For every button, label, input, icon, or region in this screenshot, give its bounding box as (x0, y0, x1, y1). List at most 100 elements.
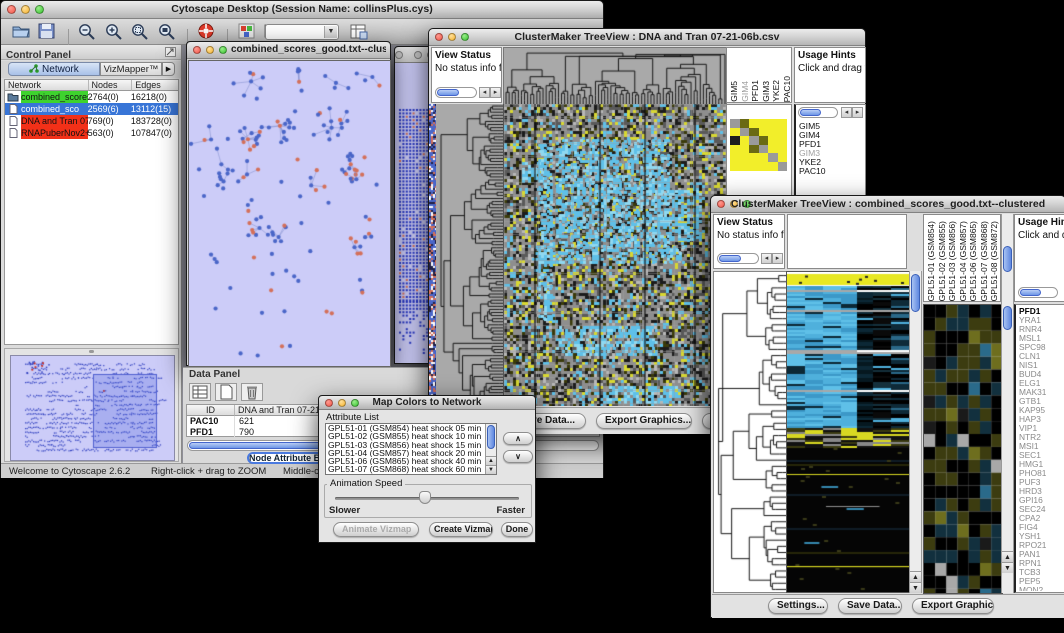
matrix-cell[interactable] (740, 153, 750, 162)
matrix-cell[interactable] (778, 145, 788, 154)
gene-label[interactable]: YKE2 (771, 80, 782, 102)
col-header-network[interactable]: Network (5, 80, 89, 91)
tv2-zoom-vscroll-thumb[interactable] (1003, 306, 1012, 330)
matrix-cell[interactable] (768, 145, 778, 154)
network-window-1-titlebar[interactable]: combined_scores_good.txt--cluste... (187, 42, 390, 59)
matrix-cell[interactable] (768, 128, 778, 137)
close-button[interactable] (193, 46, 201, 54)
matrix-cell[interactable] (749, 145, 759, 154)
tab-overflow-arrow[interactable]: ▶ (162, 62, 175, 76)
tv2-hints-scrollbar[interactable] (1018, 287, 1058, 298)
matrix-cell[interactable] (759, 128, 769, 137)
matrix-cell[interactable] (778, 128, 788, 137)
tv1-column-dendrogram[interactable] (503, 47, 727, 105)
zoom-selected-icon[interactable] (130, 22, 152, 42)
tv2-labels-vscroll-thumb[interactable] (1003, 246, 1012, 272)
network-list-row[interactable]: DNA and Tran 07769(0)183728(0) (5, 115, 178, 127)
create-vizmap-button[interactable]: Create Vizmap (429, 522, 493, 537)
tv2-export-graphics-button[interactable]: Export Graphics... (912, 598, 994, 614)
matrix-cell[interactable] (749, 153, 759, 162)
new-document-icon[interactable] (215, 383, 237, 401)
col-header-id[interactable]: ID (187, 405, 235, 416)
table-icon[interactable] (349, 23, 371, 43)
tv1-gene-hscrollbar[interactable] (798, 107, 838, 118)
matrix-cell[interactable] (778, 162, 788, 171)
open-file-icon[interactable] (11, 22, 33, 42)
gene-label[interactable]: GPL51-04 (GSM857) (958, 221, 969, 301)
search-input[interactable]: ▼ (265, 24, 339, 40)
tab-network[interactable]: Network (8, 62, 100, 76)
attribute-list-item[interactable]: GPL51-04 (GSM857) heat shock 20 min (326, 449, 485, 457)
save-icon[interactable] (37, 22, 59, 42)
tv1-row-dendrogram[interactable] (436, 104, 503, 406)
gene-label[interactable]: PAC10 (799, 167, 865, 176)
attribute-listbox[interactable]: GPL51-01 (GSM854) heat shock 05 minGPL51… (325, 423, 497, 475)
matrix-cell[interactable] (749, 128, 759, 137)
matrix-cell[interactable] (768, 162, 778, 171)
network-list-row[interactable]: combined_scores2764(0)16218(0) (5, 91, 178, 103)
matrix-cell[interactable] (740, 128, 750, 137)
matrix-cell[interactable] (730, 128, 740, 137)
done-button[interactable]: Done (501, 522, 533, 537)
scroll-left-icon[interactable]: ◂ (479, 87, 490, 98)
animate-vizmap-button[interactable]: Animate Vizmap (333, 522, 419, 537)
scroll-down-icon[interactable]: ▼ (1002, 562, 1013, 573)
tv2-column-dendrogram-area[interactable] (787, 214, 907, 269)
matrix-cell[interactable] (740, 136, 750, 145)
close-button[interactable] (395, 51, 403, 59)
attribute-list-item[interactable]: GPL51-06 (GSM865) heat shock 40 min (326, 457, 485, 465)
main-titlebar[interactable]: Cytoscape Desktop (Session Name: collins… (1, 1, 603, 19)
network-view-canvas-1[interactable] (188, 60, 391, 367)
attribute-list-item[interactable]: GPL51-07 (GSM868) heat shock 60 min (326, 465, 485, 473)
network-overview-canvas[interactable] (10, 355, 175, 461)
scroll-right-icon[interactable]: ▸ (772, 253, 783, 264)
scroll-right-icon[interactable]: ▸ (490, 87, 501, 98)
matrix-cell[interactable] (759, 145, 769, 154)
matrix-cell[interactable] (740, 119, 750, 128)
tv2-main-vscroll-thumb[interactable] (911, 274, 920, 312)
scroll-up-icon[interactable]: ▲ (486, 456, 496, 465)
matrix-cell[interactable] (778, 136, 788, 145)
move-attribute-up-button[interactable]: ∧ (503, 432, 533, 445)
matrix-cell[interactable] (759, 119, 769, 128)
matrix-cell[interactable] (740, 145, 750, 154)
slider-thumb[interactable] (419, 491, 431, 504)
tv2-main-vscrollbar[interactable]: ▲ ▼ (909, 271, 922, 593)
table-grid-icon[interactable] (189, 383, 211, 401)
tv2-heatmap-canvas[interactable] (786, 271, 910, 593)
matrix-cell[interactable] (730, 119, 740, 128)
scroll-down-icon[interactable]: ▼ (486, 465, 496, 474)
col-header-nodes[interactable]: Nodes (89, 80, 133, 91)
matrix-cell[interactable] (749, 136, 759, 145)
tv1-status-scrollbar[interactable] (435, 87, 477, 98)
attribute-list-item[interactable]: GPL51-03 (GSM856) heat shock 15 min (326, 441, 485, 449)
attribute-scroll-thumb[interactable] (487, 425, 495, 449)
network-list-row[interactable]: RNAPuberNov2+563(0)107847(0) (5, 127, 178, 139)
gene-label[interactable]: GIM5 (729, 81, 740, 102)
gene-label[interactable]: GPL51-07 (GSM868) (979, 221, 990, 301)
attribute-list-scrollbar[interactable]: ▲ ▼ (485, 424, 496, 474)
gene-label[interactable]: PAC10 (782, 76, 793, 102)
matrix-cell[interactable] (730, 136, 740, 145)
tv2-status-scrollbar[interactable] (717, 253, 759, 264)
matrix-cell[interactable] (768, 136, 778, 145)
scroll-up-icon[interactable]: ▲ (1002, 551, 1013, 562)
scroll-down-icon[interactable]: ▼ (910, 582, 921, 593)
matrix-cell[interactable] (768, 153, 778, 162)
minimize-button[interactable] (206, 46, 214, 54)
scroll-left-icon[interactable]: ◂ (841, 107, 852, 118)
dialog-titlebar[interactable]: Map Colors to Network (319, 396, 535, 410)
scroll-up-icon[interactable]: ▲ (910, 571, 921, 582)
panel-grip[interactable] (89, 350, 94, 353)
tab-vizmapper[interactable]: VizMapper™ (100, 62, 162, 76)
tv1-heatmap-canvas[interactable] (503, 104, 726, 406)
search-dropdown-icon[interactable]: ▼ (324, 26, 337, 38)
gene-label[interactable]: PFD1 (750, 80, 761, 102)
tv2-zoom-heatmap-canvas[interactable] (923, 304, 1003, 594)
tv1-export-graphics-button[interactable]: Export Graphics... (596, 413, 692, 429)
minimize-button[interactable] (414, 51, 422, 59)
matrix-cell[interactable] (778, 119, 788, 128)
tv1-zoom-matrix[interactable] (730, 119, 787, 171)
matrix-cell[interactable] (730, 153, 740, 162)
scroll-right-icon[interactable]: ▸ (852, 107, 863, 118)
